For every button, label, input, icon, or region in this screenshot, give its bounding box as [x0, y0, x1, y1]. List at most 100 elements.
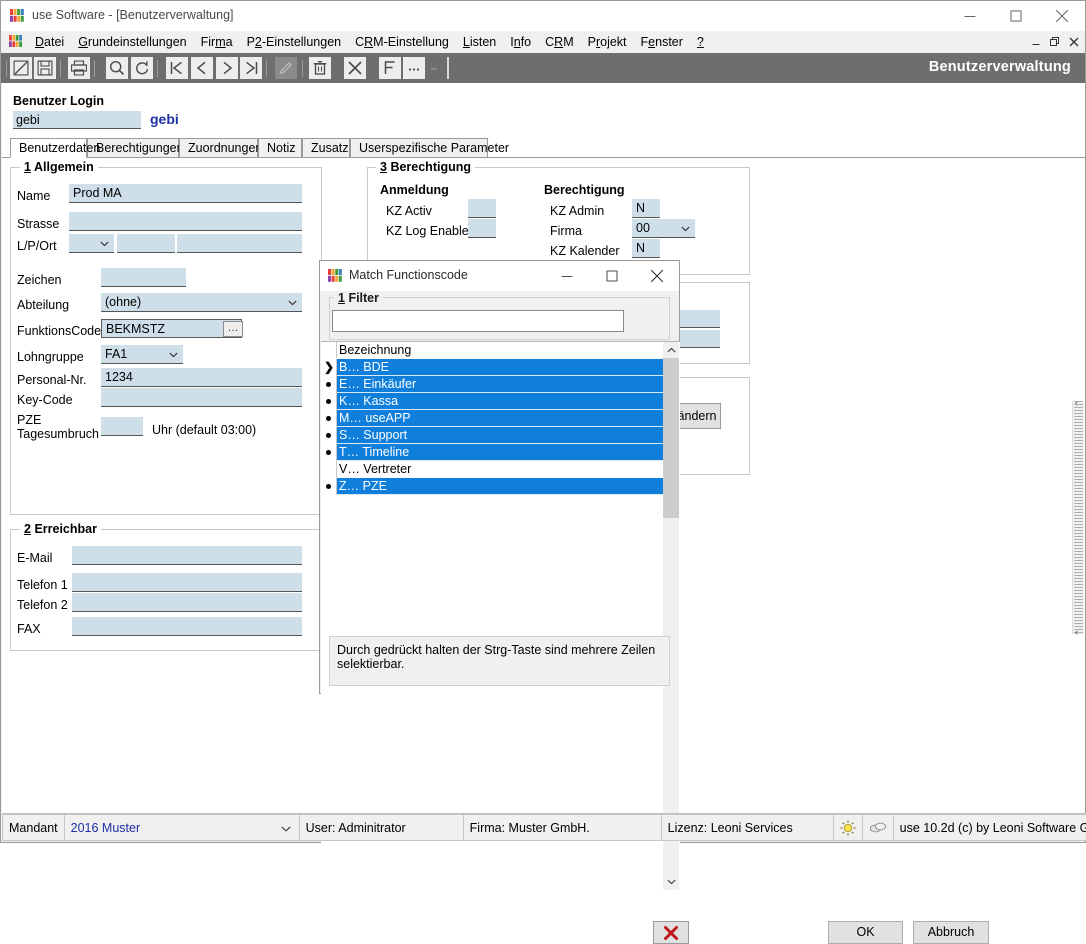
scroll-up-icon[interactable] — [663, 342, 679, 358]
input-email[interactable] — [72, 546, 302, 565]
input-name[interactable] — [69, 184, 302, 203]
input-kz-log-enabled[interactable] — [468, 219, 496, 238]
window-maximize-button[interactable] — [993, 1, 1039, 31]
grid-header-indicator-cell — [321, 342, 337, 358]
clear-selection-button[interactable] — [653, 921, 689, 944]
login-input[interactable] — [13, 111, 141, 129]
funktionscode-browse-button[interactable]: … — [223, 321, 243, 337]
toolbar-separator — [60, 60, 61, 77]
status-firma: Firma: Muster GmbH. — [463, 814, 662, 841]
label-telefon1: Telefon 1 — [17, 578, 68, 592]
grid-vertical-scrollbar[interactable] — [663, 342, 679, 890]
grid-row[interactable]: V… Vertreter — [321, 461, 663, 478]
delete-icon[interactable] — [309, 57, 331, 79]
save-icon[interactable] — [34, 57, 56, 79]
combo-abteilung-value: (ohne) — [105, 295, 142, 309]
menu-item-3[interactable]: P2-Einstellungen — [240, 31, 349, 53]
status-mandant-label: Mandant — [2, 814, 65, 841]
input-kz-kalender[interactable] — [632, 239, 660, 258]
input-kz-activ[interactable] — [468, 199, 496, 218]
menu-item-0[interactable]: Datei — [28, 31, 71, 53]
scroll-down-icon[interactable] — [663, 874, 679, 890]
dialog-minimize-button[interactable] — [544, 261, 589, 290]
grid-row[interactable]: ❯ B… BDE — [321, 359, 663, 376]
mdi-restore-button[interactable] — [1045, 32, 1064, 51]
grid-row[interactable]: S… Support — [321, 427, 663, 444]
grid-row[interactable]: E… Einkäufer — [321, 376, 663, 393]
menu-item-7[interactable]: CRM — [538, 31, 580, 53]
grid-row[interactable]: K… Kassa — [321, 393, 663, 410]
menu-item-10[interactable]: ? — [690, 31, 711, 53]
mdi-minimize-button[interactable] — [1026, 32, 1045, 51]
menu-item-4[interactable]: CRM-Einstellung — [348, 31, 456, 53]
grid-row[interactable]: T… Timeline — [321, 444, 663, 461]
tab-berechtigungen[interactable]: Berechtigungen — [87, 138, 184, 158]
combo-abteilung[interactable]: (ohne) — [101, 293, 302, 312]
input-telefon2[interactable] — [72, 593, 302, 612]
panel-splitter[interactable]: ‹ ‹ — [1072, 399, 1084, 637]
input-lpo-ort[interactable] — [177, 234, 302, 253]
label-zeichen: Zeichen — [17, 273, 62, 287]
refresh-icon[interactable] — [131, 57, 153, 79]
status-mandant-combo[interactable]: 2016 Muster — [64, 814, 300, 841]
tab-benutzerdaten[interactable]: Benutzerdaten — [10, 138, 100, 158]
group-erreichbar-number: 2 — [24, 522, 31, 536]
menu-item-1[interactable]: Grundeinstellungen — [71, 31, 193, 53]
input-personalnr[interactable] — [101, 368, 302, 387]
dialog-maximize-button[interactable] — [589, 261, 634, 290]
mdi-window-controls — [1026, 32, 1083, 51]
input-strasse[interactable] — [69, 212, 302, 231]
search-icon[interactable] — [106, 57, 128, 79]
scrollbar-thumb[interactable] — [663, 358, 679, 518]
selected-row-bullet-icon — [326, 450, 331, 455]
dialog-filter-number: 1 — [338, 291, 345, 305]
tab-notiz[interactable]: Notiz — [258, 138, 302, 158]
input-fax[interactable] — [72, 617, 302, 636]
filter-icon[interactable] — [379, 57, 401, 79]
input-zeichen[interactable] — [101, 268, 186, 287]
first-record-icon[interactable] — [166, 57, 188, 79]
print-icon[interactable] — [68, 57, 90, 79]
input-lpo-plz[interactable] — [117, 234, 175, 253]
dialog-filter-input[interactable] — [332, 310, 624, 332]
previous-record-icon[interactable] — [191, 57, 213, 79]
dialog-title-bar: Match Functionscode — [320, 261, 679, 291]
menu-item-2[interactable]: Firma — [194, 31, 240, 53]
last-record-icon[interactable] — [240, 57, 262, 79]
tab-zuordnungen[interactable]: Zuordnungen — [179, 138, 262, 158]
cancel-icon[interactable] — [344, 57, 366, 79]
input-kz-admin[interactable] — [632, 199, 660, 218]
edit-icon — [275, 57, 297, 79]
input-keycode[interactable] — [101, 388, 302, 407]
label-fax: FAX — [17, 622, 41, 636]
window-close-button[interactable] — [1039, 1, 1085, 31]
new-record-icon[interactable] — [10, 57, 32, 79]
combo-lohngruppe[interactable]: FA1 — [101, 345, 183, 364]
mdi-close-button[interactable] — [1064, 32, 1083, 51]
sun-icon[interactable] — [833, 814, 863, 841]
menu-bar: Datei Grundeinstellungen Firma P2-Einstellu… — [1, 31, 1085, 53]
group-erreichbar-title: 2 Erreichbar — [20, 522, 101, 536]
menu-item-5[interactable]: Listen — [456, 31, 503, 53]
input-pze-tagesumbruch[interactable] — [101, 417, 143, 436]
grid-row[interactable]: M… useAPP — [321, 410, 663, 427]
menu-item-6[interactable]: Info — [503, 31, 538, 53]
next-record-icon[interactable] — [216, 57, 238, 79]
combo-firma[interactable]: 00 — [632, 219, 695, 238]
clouds-icon[interactable] — [862, 814, 894, 841]
combo-lpo-land[interactable] — [69, 234, 114, 253]
tab-zusatz[interactable]: Zusatz — [302, 138, 350, 158]
subhead-berechtigung: Berechtigung — [544, 183, 625, 197]
dialog-close-button[interactable] — [634, 261, 679, 290]
cancel-button[interactable]: Abbruch — [913, 921, 989, 944]
input-funktionscode[interactable] — [101, 319, 242, 338]
tab-userspezifische-parameter[interactable]: Userspezifische Parameter — [350, 138, 509, 158]
window-minimize-button[interactable] — [947, 1, 993, 31]
label-firma: Firma — [550, 224, 582, 238]
menu-item-8[interactable]: Projekt — [581, 31, 634, 53]
input-telefon1[interactable] — [72, 573, 302, 592]
more-icon[interactable] — [403, 57, 425, 79]
menu-item-9[interactable]: Fenster — [634, 31, 690, 53]
grid-row[interactable]: Z… PZE — [321, 478, 663, 495]
ok-button[interactable]: OK — [828, 921, 903, 944]
